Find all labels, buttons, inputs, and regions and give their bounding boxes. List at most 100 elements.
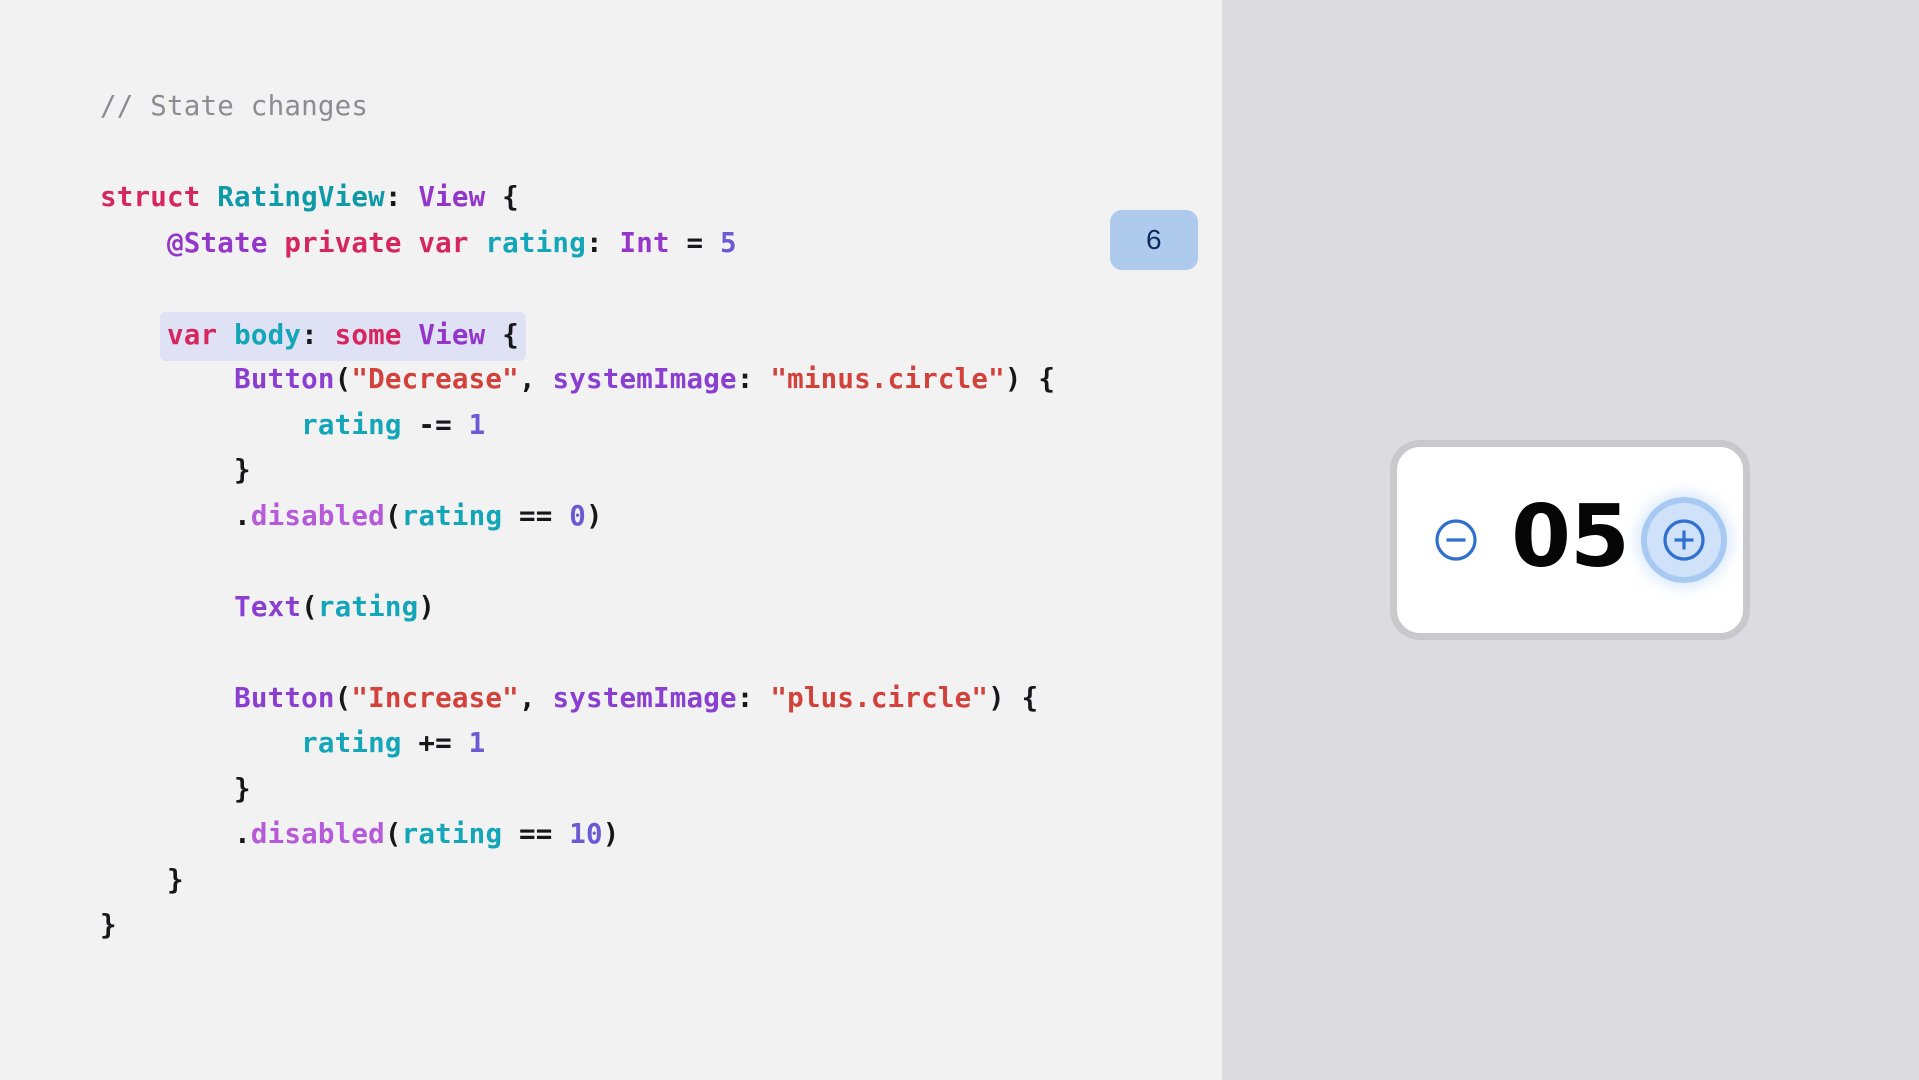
line-button-decrease: Button("Decrease", systemImage: "minus.c…	[100, 357, 1055, 403]
code-token: struct	[100, 181, 218, 213]
code-token: }	[100, 863, 184, 896]
code-token: rating	[401, 818, 503, 850]
code-token: rating	[485, 226, 586, 259]
code-token: 1	[468, 408, 486, 441]
code-token: rating	[401, 499, 503, 532]
code-token: )	[418, 590, 436, 623]
line-text-rating: Text(rating)	[100, 585, 1055, 631]
line-rating-minus: rating -= 1	[100, 403, 1055, 449]
code-panel: // State changes struct RatingView: View …	[0, 0, 1222, 1080]
code-token: rating	[301, 408, 402, 441]
code-token: {	[485, 181, 519, 213]
decrease-button[interactable]	[1429, 513, 1483, 567]
code-token: (	[334, 363, 352, 395]
line-close-struct: }	[100, 903, 1055, 949]
code-token: ,	[518, 681, 553, 714]
code-token: :	[736, 681, 771, 714]
code-token: }	[100, 454, 251, 486]
code-token: ==	[502, 499, 570, 532]
line-blank-2	[100, 266, 1055, 312]
line-disabled-10: .disabled(rating == 10)	[100, 812, 1055, 858]
code-token: ==	[502, 818, 570, 850]
code-token: @State	[167, 226, 285, 259]
code-token: var	[167, 318, 235, 351]
state-value-badge: 6	[1110, 210, 1198, 270]
code-token: (	[384, 499, 402, 532]
line-struct: struct RatingView: View {	[100, 175, 1055, 221]
code-token: Text	[234, 590, 302, 623]
code-token: // State changes	[100, 90, 369, 122]
code-token: body	[234, 318, 302, 351]
line-close-increase: }	[100, 767, 1055, 813]
code-token: View	[418, 181, 486, 213]
code-token: }	[100, 772, 251, 805]
code-token: :	[301, 318, 335, 351]
stepper-value: 05	[1511, 487, 1630, 587]
code-token: rating	[317, 590, 419, 623]
line-button-increase: Button("Increase", systemImage: "plus.ci…	[100, 676, 1055, 722]
preview-panel: 05	[1222, 0, 1919, 1080]
code-token: "Decrease"	[351, 363, 519, 395]
code-token: -=	[401, 408, 469, 441]
code-token: 5	[720, 226, 737, 259]
code-token: =	[669, 226, 721, 259]
slide-canvas: // State changes struct RatingView: View …	[0, 0, 1919, 1080]
code-token: "minus.circle"	[770, 363, 1005, 395]
stepper-preview: 05	[1390, 440, 1750, 640]
code-token: ) {	[1004, 363, 1056, 395]
code-token: :	[384, 181, 419, 213]
code-token: disabled	[250, 499, 385, 532]
code-token: Button	[234, 363, 335, 395]
code-token: disabled	[250, 818, 385, 850]
plus-circle-icon	[1661, 517, 1707, 563]
code-token: (	[384, 818, 402, 850]
code-token: {	[485, 318, 519, 351]
line-blank-4	[100, 630, 1055, 676]
swift-code-block: // State changes struct RatingView: View …	[100, 84, 1055, 949]
minus-circle-icon	[1433, 517, 1479, 563]
code-token: systemImage	[552, 681, 737, 714]
line-state: @State private var rating: Int = 5	[100, 221, 1055, 267]
code-token: }	[100, 909, 117, 941]
line-body-highlight: var body: some View {	[160, 311, 526, 361]
code-token: some	[334, 318, 419, 351]
code-token: 10	[569, 818, 603, 850]
code-token: :	[736, 363, 771, 395]
code-token: .	[234, 818, 251, 850]
code-token: 1	[468, 727, 486, 759]
code-token: +=	[401, 727, 469, 759]
state-value-badge-label: 6	[1145, 224, 1163, 255]
increase-button[interactable]	[1646, 503, 1721, 577]
line-close-decrease: }	[100, 448, 1055, 494]
code-token: ,	[518, 363, 553, 395]
code-token: .	[234, 499, 251, 532]
code-token: "Increase"	[351, 681, 519, 714]
stepper-card: 05	[1390, 440, 1750, 640]
line-disabled-0: .disabled(rating == 0)	[100, 494, 1055, 540]
code-token: :	[585, 226, 620, 259]
code-token: )	[586, 499, 603, 532]
code-token: private var	[284, 226, 486, 259]
line-comment: // State changes	[100, 84, 1055, 130]
line-blank-3	[100, 539, 1055, 585]
code-token: (	[301, 590, 318, 623]
code-token: )	[602, 818, 620, 850]
code-token: systemImage	[552, 363, 737, 395]
code-token: ) {	[988, 681, 1039, 714]
line-blank-1	[100, 130, 1055, 176]
line-rating-plus: rating += 1	[100, 721, 1055, 767]
code-token: RatingView	[217, 181, 385, 213]
code-token: 0	[569, 499, 586, 532]
line-body: var body: some View {	[100, 311, 1055, 361]
code-token: View	[418, 318, 486, 351]
line-close-body: }	[100, 858, 1055, 904]
